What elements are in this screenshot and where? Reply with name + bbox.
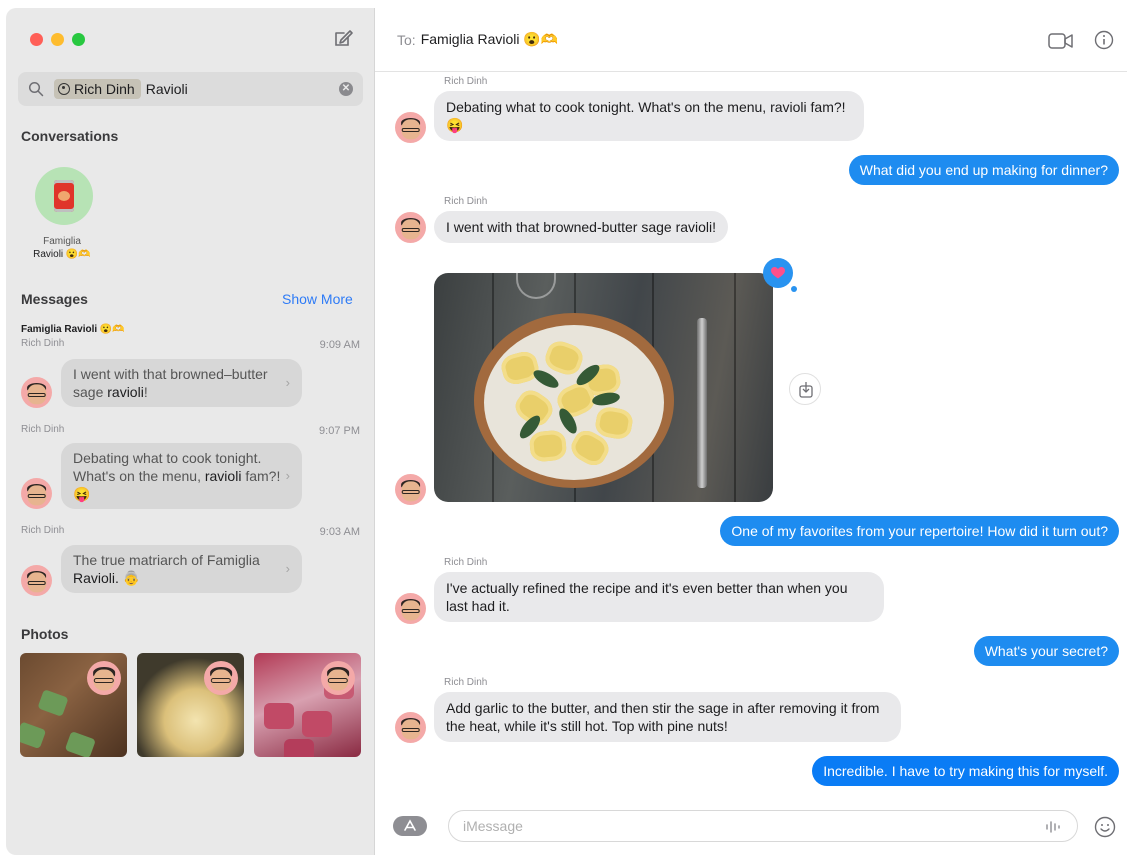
conversation-name[interactable]: Famiglia Ravioli 😮🫶 — [22, 235, 102, 261]
show-more-link[interactable]: Show More — [282, 291, 353, 307]
compose-icon[interactable] — [332, 27, 354, 49]
avatar — [87, 661, 121, 695]
avatar — [395, 712, 426, 743]
save-photo-button[interactable] — [789, 373, 821, 405]
waveform-icon[interactable] — [1045, 820, 1063, 834]
photos-grid — [20, 653, 361, 757]
search-result-message[interactable]: I went with that browned–butter sage rav… — [61, 359, 302, 407]
chevron-right-icon: › — [285, 468, 290, 483]
result-sender: Rich Dinh — [21, 525, 65, 536]
result-sender: Rich Dinh — [21, 424, 65, 435]
avatar — [21, 377, 52, 408]
app-store-icon — [404, 819, 416, 831]
incoming-message[interactable]: I've actually refined the recipe and it'… — [434, 572, 884, 622]
incoming-message[interactable]: I went with that browned-butter sage rav… — [434, 211, 729, 243]
person-icon — [58, 83, 70, 95]
info-icon[interactable] — [1094, 30, 1114, 50]
sender-name: Rich Dinh — [444, 557, 488, 568]
window-controls — [30, 33, 85, 46]
avatar — [395, 474, 426, 505]
sidebar: Rich Dinh Ravioli ✕ Conversations Famigl… — [6, 8, 375, 855]
messages-heading: Messages — [21, 291, 88, 307]
message-input[interactable]: iMessage — [448, 810, 1078, 842]
result-time: 9:07 PM — [319, 425, 360, 437]
incoming-message[interactable]: Add garlic to the butter, and then stir … — [434, 692, 901, 742]
avatar — [395, 112, 426, 143]
chevron-right-icon: › — [285, 375, 290, 390]
message-input-placeholder: iMessage — [463, 818, 523, 834]
tapback-reaction[interactable] — [763, 258, 797, 292]
outgoing-message[interactable]: What's your secret? — [973, 636, 1119, 666]
search-query: Ravioli — [145, 81, 188, 97]
search-token-label: Rich Dinh — [74, 81, 135, 97]
photo-thumbnail[interactable] — [254, 653, 361, 757]
clear-icon[interactable]: ✕ — [339, 82, 353, 96]
sender-name: Rich Dinh — [444, 677, 488, 688]
search-token[interactable]: Rich Dinh — [54, 79, 141, 99]
outgoing-message[interactable]: What did you end up making for dinner? — [848, 155, 1119, 185]
result-time: 9:09 AM — [319, 339, 360, 351]
photo-thumbnail[interactable] — [137, 653, 244, 757]
to-label: To: — [397, 31, 416, 48]
avatar — [321, 661, 355, 695]
search-field[interactable]: Rich Dinh Ravioli ✕ — [18, 72, 363, 106]
sender-name: Rich Dinh — [444, 76, 488, 87]
result-time: 9:03 AM — [319, 526, 360, 538]
zoom-window-button[interactable] — [72, 33, 85, 46]
conversations-heading: Conversations — [21, 128, 119, 144]
photos-heading: Photos — [21, 626, 69, 642]
chat-header: To: Famiglia Ravioli 😮🫶 — [375, 8, 1127, 72]
conversation-avatar[interactable] — [35, 167, 93, 225]
conversation-pane: To: Famiglia Ravioli 😮🫶 Rich Dinh Debati… — [375, 8, 1127, 855]
app-store-button[interactable] — [393, 816, 427, 836]
sender-name: Rich Dinh — [444, 196, 488, 207]
search-icon — [28, 81, 44, 97]
search-result-message[interactable]: Debating what to cook tonight. What's on… — [61, 443, 302, 509]
close-window-button[interactable] — [30, 33, 43, 46]
messages-window: Rich Dinh Ravioli ✕ Conversations Famigl… — [6, 8, 1127, 855]
photo-thumbnail[interactable] — [20, 653, 127, 757]
tomato-can-icon — [54, 180, 74, 212]
composer: iMessage — [375, 808, 1127, 855]
outgoing-message[interactable]: One of my favorites from your repertoire… — [720, 516, 1119, 546]
emoji-icon[interactable] — [1094, 816, 1116, 838]
save-icon — [799, 382, 813, 398]
recipient-name[interactable]: Famiglia Ravioli 😮🫶 — [421, 31, 559, 48]
avatar — [21, 565, 52, 596]
outgoing-message[interactable]: Incredible. I have to try making this fo… — [812, 756, 1119, 786]
result-sender: Rich Dinh — [21, 338, 65, 349]
search-result-message[interactable]: The true matriarch of Famiglia Ravioli. … — [61, 545, 302, 593]
avatar — [204, 661, 238, 695]
incoming-message[interactable]: Debating what to cook tonight. What's on… — [434, 91, 864, 141]
heart-icon — [771, 267, 785, 279]
photo-message[interactable] — [434, 273, 773, 502]
result-group-title: Famiglia Ravioli 😮🫶 — [21, 324, 125, 335]
chevron-right-icon: › — [285, 561, 290, 576]
video-icon[interactable] — [1048, 32, 1074, 50]
avatar — [395, 212, 426, 243]
minimize-window-button[interactable] — [51, 33, 64, 46]
avatar — [395, 593, 426, 624]
avatar — [21, 478, 52, 509]
